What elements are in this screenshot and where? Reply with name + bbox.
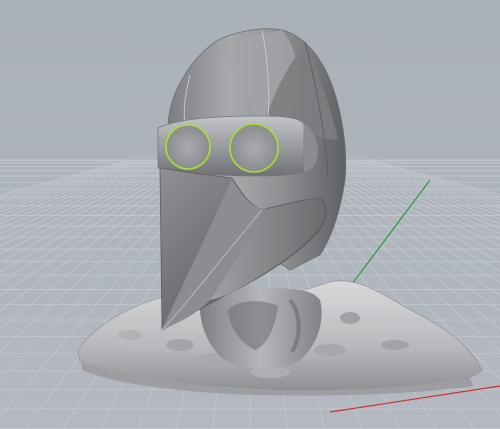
viewport-canvas[interactable] bbox=[0, 0, 500, 429]
right-lens[interactable] bbox=[229, 123, 279, 173]
left-lens[interactable] bbox=[165, 124, 211, 170]
perspective-viewport[interactable] bbox=[0, 0, 500, 429]
